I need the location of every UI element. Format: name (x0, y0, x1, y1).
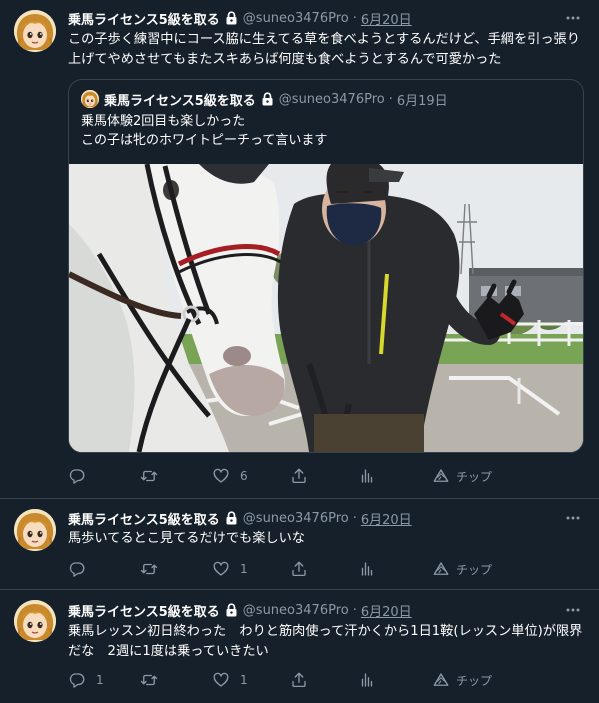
share-button[interactable] (290, 558, 308, 580)
reply-icon (68, 560, 86, 578)
separator-dot: · (352, 602, 357, 618)
tweet-actions: 1 チップ (68, 558, 588, 580)
separator-dot: · (388, 91, 393, 107)
reply-button[interactable] (68, 558, 96, 580)
like-count: 6 (240, 469, 248, 483)
heart-icon (212, 671, 230, 689)
reply-icon (68, 671, 86, 689)
reply-button[interactable]: 1 (68, 669, 104, 691)
tweet[interactable]: 乗馬ライセンス5級を取る @suneo3476Pro · 6月20日 馬歩いてる… (0, 499, 599, 589)
user-handle[interactable]: @suneo3476Pro (243, 11, 349, 26)
quoted-user-handle[interactable]: @suneo3476Pro (279, 92, 385, 107)
tweet-actions: 6 チップ (68, 465, 588, 487)
tip-label: チップ (456, 562, 493, 577)
avatar[interactable] (14, 509, 56, 551)
lock-icon (261, 92, 274, 106)
tweet-date[interactable]: 6月20日 (361, 509, 412, 528)
analytics-icon (358, 467, 376, 485)
tip-icon (432, 560, 450, 578)
analytics-button[interactable] (358, 558, 376, 580)
like-button[interactable]: 6 (212, 465, 248, 487)
avatar[interactable] (14, 10, 56, 52)
lock-icon (225, 11, 238, 25)
reply-icon (68, 467, 86, 485)
tip-icon (432, 467, 450, 485)
heart-icon (212, 467, 230, 485)
lock-icon (225, 511, 238, 525)
share-icon (290, 671, 308, 689)
share-icon (290, 560, 308, 578)
tip-label: チップ (456, 469, 493, 484)
tweet-text: 乗馬レッスン初日終わった わりと筋肉使って汗かくから1日1鞍(レッスン単位)が限… (68, 624, 583, 659)
tip-icon (432, 671, 450, 689)
retweet-button[interactable] (140, 465, 168, 487)
tweet-date[interactable]: 6月20日 (361, 9, 412, 28)
tip-button[interactable]: チップ (432, 669, 492, 691)
separator-dot: · (352, 10, 357, 26)
horse-and-rider-photo (69, 164, 583, 452)
user-handle[interactable]: @suneo3476Pro (243, 603, 349, 618)
heart-icon (212, 560, 230, 578)
more-options-icon[interactable] (565, 510, 581, 526)
share-button[interactable] (290, 669, 308, 691)
like-count: 1 (240, 562, 248, 576)
separator-dot: · (352, 510, 357, 526)
like-button[interactable]: 1 (212, 669, 248, 691)
tweet-date[interactable]: 6月20日 (361, 601, 412, 620)
avatar-image (14, 600, 56, 642)
display-name[interactable]: 乗馬ライセンス5級を取る (68, 509, 220, 528)
quoted-tweet-header: 乗馬ライセンス5級を取る @suneo3476Pro · 6月19日 (104, 89, 448, 109)
tweet[interactable]: 乗馬ライセンス5級を取る @suneo3476Pro · 6月20日 乗馬レッス… (0, 590, 599, 703)
analytics-icon (358, 671, 376, 689)
quoted-tweet-text: 乗馬体験2回目も楽しかった この子は牝のホワイトピーチって言います (81, 114, 328, 148)
tip-button[interactable]: チップ (432, 558, 492, 580)
quoted-avatar[interactable] (81, 90, 99, 108)
avatar-image (14, 509, 56, 551)
share-icon (290, 467, 308, 485)
reply-count: 1 (96, 673, 104, 687)
tip-button[interactable]: チップ (432, 465, 492, 487)
tweet-header: 乗馬ライセンス5級を取る @suneo3476Pro · 6月20日 (68, 600, 412, 620)
retweet-button[interactable] (140, 558, 168, 580)
tweet-header: 乗馬ライセンス5級を取る @suneo3476Pro · 6月20日 (68, 8, 412, 28)
user-handle[interactable]: @suneo3476Pro (243, 511, 349, 526)
display-name[interactable]: 乗馬ライセンス5級を取る (68, 601, 220, 620)
reply-button[interactable] (68, 465, 96, 487)
lock-icon (225, 603, 238, 617)
analytics-button[interactable] (358, 465, 376, 487)
like-button[interactable]: 1 (212, 558, 248, 580)
avatar-image (14, 10, 56, 52)
tweet[interactable]: 乗馬ライセンス5級を取る @suneo3476Pro · 6月20日 この子歩く… (0, 0, 599, 498)
tweet-text: 馬歩いてるとこ見てるだけでも楽しいな (68, 531, 305, 546)
quoted-avatar-image (81, 90, 99, 108)
tweet-actions: 1 1 チップ (68, 669, 588, 691)
retweet-icon (140, 671, 158, 689)
quoted-tweet[interactable]: 乗馬ライセンス5級を取る @suneo3476Pro · 6月19日 乗馬体験2… (68, 79, 584, 453)
quoted-tweet-photo[interactable] (69, 164, 583, 452)
avatar[interactable] (14, 600, 56, 642)
tweet-text: この子歩く練習中にコース脇に生えてる草を食べようとするんだけど、手綱を引っ張り上… (68, 32, 580, 67)
quoted-tweet-date[interactable]: 6月19日 (397, 90, 448, 109)
retweet-icon (140, 467, 158, 485)
retweet-button[interactable] (140, 669, 168, 691)
more-options-icon[interactable] (565, 10, 581, 26)
like-count: 1 (240, 673, 248, 687)
more-options-icon[interactable] (565, 602, 581, 618)
analytics-icon (358, 560, 376, 578)
retweet-icon (140, 560, 158, 578)
tip-label: チップ (456, 673, 493, 688)
display-name[interactable]: 乗馬ライセンス5級を取る (68, 9, 220, 28)
tweet-header: 乗馬ライセンス5級を取る @suneo3476Pro · 6月20日 (68, 508, 412, 528)
analytics-button[interactable] (358, 669, 376, 691)
quoted-display-name[interactable]: 乗馬ライセンス5級を取る (104, 90, 256, 109)
share-button[interactable] (290, 465, 308, 487)
